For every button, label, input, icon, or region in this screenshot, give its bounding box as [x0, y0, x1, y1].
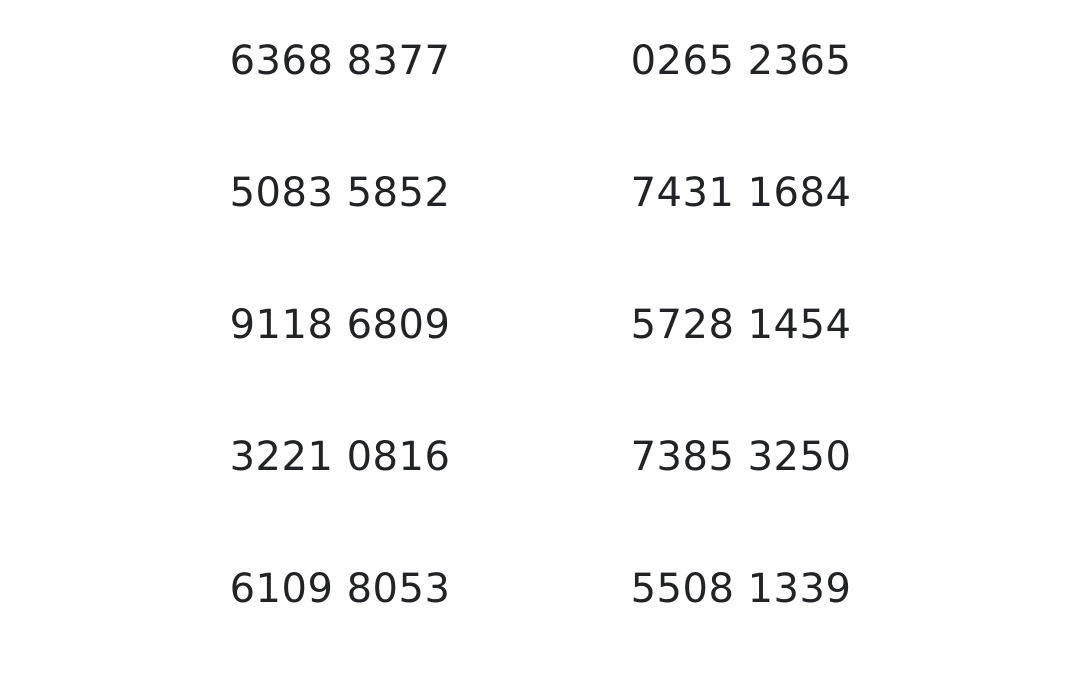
backup-code: 6109 8053	[229, 566, 451, 612]
backup-code: 3221 0816	[229, 434, 451, 480]
backup-codes-grid: 6368 8377 0265 2365 5083 5852 7431 1684 …	[0, 0, 1080, 646]
backup-code: 9118 6809	[229, 302, 451, 348]
code-row: 6109 8053 5508 1339	[0, 565, 1080, 697]
backup-code: 7431 1684	[630, 170, 852, 216]
code-row: 3221 0816 7385 3250	[0, 433, 1080, 565]
backup-code: 5508 1339	[630, 566, 852, 612]
backup-code: 5083 5852	[229, 170, 451, 216]
code-row: 6368 8377 0265 2365	[0, 37, 1080, 169]
backup-code: 7385 3250	[630, 434, 852, 480]
code-row: 9118 6809 5728 1454	[0, 301, 1080, 433]
code-row: 5083 5852 7431 1684	[0, 169, 1080, 301]
backup-code: 6368 8377	[229, 38, 451, 84]
backup-code: 5728 1454	[630, 302, 852, 348]
backup-code: 0265 2365	[630, 38, 852, 84]
